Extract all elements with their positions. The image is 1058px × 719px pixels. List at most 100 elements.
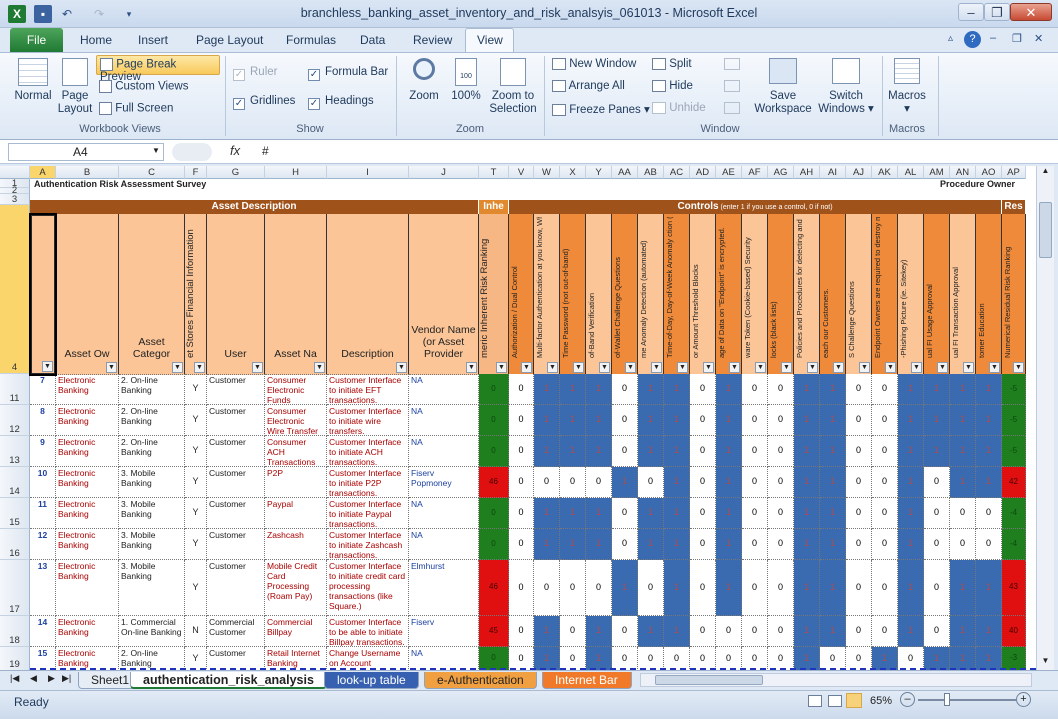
control-cell[interactable]: 1 (950, 616, 976, 647)
filter-dropdown-icon[interactable]: ▼ (677, 362, 688, 373)
table-cell[interactable]: 2. On-line Banking (119, 647, 185, 670)
control-cell[interactable]: 1 (664, 616, 690, 647)
control-cell[interactable]: 0 (534, 467, 560, 498)
sheet-nav-last-icon[interactable]: ▶| (62, 673, 71, 684)
control-cell[interactable]: 0 (664, 647, 690, 670)
column-header[interactable]: Y (586, 166, 612, 179)
control-cell[interactable]: 1 (586, 405, 612, 436)
column-title[interactable]: Description ▼ (327, 214, 409, 375)
inherent-risk-cell[interactable]: 46 (479, 560, 509, 616)
filter-dropdown-icon[interactable]: ▼ (194, 362, 205, 373)
row-header[interactable]: 15 (0, 498, 30, 529)
table-cell[interactable]: NA (409, 405, 479, 436)
control-cell[interactable]: 1 (560, 498, 586, 529)
control-cell[interactable]: 0 (560, 467, 586, 498)
control-cell[interactable]: 1 (794, 467, 820, 498)
control-cell[interactable]: 1 (612, 467, 638, 498)
control-cell[interactable]: 0 (846, 647, 872, 670)
residual-risk-cell[interactable]: -5 (1002, 436, 1026, 467)
control-cell[interactable]: 0 (716, 616, 742, 647)
control-cell[interactable]: 0 (846, 616, 872, 647)
column-title[interactable]: of-Wallet Challenge Questions ▼ (612, 214, 638, 375)
control-cell[interactable]: 1 (794, 529, 820, 560)
minimize-ribbon-icon[interactable]: ▵ (948, 33, 953, 44)
filter-dropdown-icon[interactable]: ▼ (625, 362, 636, 373)
control-cell[interactable]: 0 (872, 405, 898, 436)
gridlines-checkbox[interactable]: ✓ Gridlines (233, 95, 295, 110)
control-cell[interactable]: 0 (560, 560, 586, 616)
tab-view[interactable]: View (477, 33, 503, 47)
control-cell[interactable]: 0 (690, 498, 716, 529)
control-cell[interactable]: 0 (846, 405, 872, 436)
control-cell[interactable]: 0 (872, 436, 898, 467)
control-cell[interactable]: 1 (794, 560, 820, 616)
control-cell[interactable]: 1 (716, 467, 742, 498)
filter-dropdown-icon[interactable]: ▼ (1013, 362, 1024, 373)
column-title[interactable]: Policies and Procedures for detecting an… (794, 214, 820, 375)
table-cell[interactable]: Retail Internet Banking (265, 647, 327, 670)
column-title[interactable]: S Challenge Questions ▼ (846, 214, 872, 375)
vertical-scrollbar[interactable]: ▲ ▼ (1036, 166, 1054, 670)
row-header[interactable]: 17 (0, 560, 30, 616)
control-cell[interactable]: 0 (976, 498, 1002, 529)
control-cell[interactable]: 1 (586, 374, 612, 405)
filter-dropdown-icon[interactable]: ▼ (807, 362, 818, 373)
worksheet-grid[interactable]: A B C F G H I J T V W X Y AA AB AC AD AE AF AG AH AI AJ AK AL AM A… (0, 166, 1036, 670)
filter-dropdown-icon[interactable]: ▼ (106, 362, 117, 373)
control-cell[interactable]: 0 (509, 467, 534, 498)
column-header[interactable]: AH (794, 166, 820, 179)
column-header[interactable]: AN (950, 166, 976, 179)
column-header[interactable]: A (30, 166, 56, 179)
table-cell[interactable]: NA (409, 647, 479, 670)
column-header[interactable]: C (119, 166, 185, 179)
column-title[interactable]: Time-of-Day, Day-of-Week Anomaly ction (… (664, 214, 690, 375)
inherent-risk-cell[interactable]: 0 (479, 374, 509, 405)
column-header[interactable]: B (56, 166, 119, 179)
tab-file[interactable]: File (10, 28, 63, 52)
filter-dropdown-icon[interactable]: ▼ (911, 362, 922, 373)
control-cell[interactable]: 1 (820, 436, 846, 467)
control-cell[interactable]: 0 (768, 647, 794, 670)
table-cell[interactable]: Y (185, 647, 207, 670)
table-cell[interactable]: 14 (30, 616, 56, 647)
control-cell[interactable]: 1 (560, 405, 586, 436)
filter-dropdown-icon[interactable]: ▼ (781, 362, 792, 373)
control-cell[interactable]: 0 (690, 529, 716, 560)
control-cell[interactable]: 0 (924, 529, 950, 560)
control-cell[interactable]: 0 (690, 405, 716, 436)
table-cell[interactable]: Electronic Banking (56, 529, 119, 560)
control-cell[interactable]: 1 (976, 647, 1002, 670)
unhide-button[interactable]: Unhide (652, 102, 706, 114)
control-cell[interactable]: 0 (690, 467, 716, 498)
control-cell[interactable]: 0 (898, 647, 924, 670)
column-title[interactable]: tomer Education ▼ (976, 214, 1002, 375)
control-cell[interactable]: 0 (846, 436, 872, 467)
control-cell[interactable]: 0 (716, 647, 742, 670)
page-layout-view-button[interactable]: Page Layout (56, 58, 94, 116)
control-cell[interactable]: 0 (872, 616, 898, 647)
control-cell[interactable]: 0 (509, 405, 534, 436)
control-cell[interactable]: 1 (560, 529, 586, 560)
inherent-risk-cell[interactable]: 46 (479, 467, 509, 498)
column-header[interactable]: AJ (846, 166, 872, 179)
table-cell[interactable]: 2. On-line Banking (119, 374, 185, 405)
control-cell[interactable]: 0 (690, 560, 716, 616)
column-title[interactable]: Multi-factor Authentication at you know,… (534, 214, 560, 375)
control-cell[interactable]: 1 (534, 616, 560, 647)
column-header[interactable]: AL (898, 166, 924, 179)
reset-window-icon[interactable] (724, 102, 740, 114)
control-cell[interactable]: 1 (976, 436, 1002, 467)
control-cell[interactable]: 0 (872, 529, 898, 560)
control-cell[interactable]: 1 (794, 436, 820, 467)
control-cell[interactable]: 1 (820, 467, 846, 498)
control-cell[interactable]: 0 (586, 467, 612, 498)
column-header[interactable]: I (327, 166, 409, 179)
column-header[interactable]: AF (742, 166, 768, 179)
sheet-tab-e-authentication[interactable]: e-Authentication (424, 672, 537, 689)
table-cell[interactable]: Y (185, 436, 207, 467)
zoom-slider-thumb[interactable] (944, 693, 950, 706)
control-cell[interactable]: 1 (976, 374, 1002, 405)
inherent-risk-cell[interactable]: 0 (479, 436, 509, 467)
column-header[interactable]: AP (1002, 166, 1026, 179)
table-cell[interactable]: Electronic Banking (56, 647, 119, 670)
